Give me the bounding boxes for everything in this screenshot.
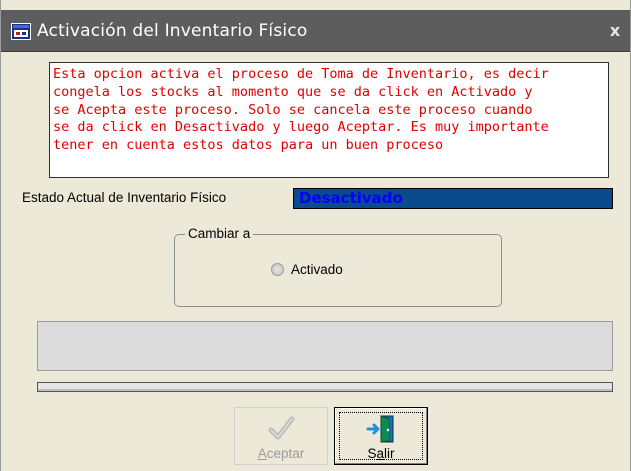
- aceptar-button[interactable]: Aceptar: [234, 407, 328, 465]
- info-line: Esta opcion activa el proceso de Toma de…: [53, 66, 549, 82]
- exit-door-icon: [366, 415, 394, 443]
- salir-button[interactable]: Salir: [334, 407, 428, 465]
- salir-accesskey: a: [376, 446, 385, 461]
- dialog-window: Activación del Inventario Físico x Esta …: [0, 0, 631, 471]
- info-line: congela los stocks al momento que se da …: [53, 83, 533, 100]
- info-message-box: Esta opcion activa el proceso de Toma de…: [49, 62, 609, 178]
- checkmark-icon: [268, 416, 295, 440]
- aceptar-accesskey: A: [257, 446, 267, 461]
- salir-label-start: S: [367, 446, 377, 461]
- aceptar-label: Aceptar: [235, 446, 327, 461]
- info-line: se Acepta este proceso. Solo se cancela …: [53, 101, 533, 118]
- salir-label-rest: lir: [384, 446, 395, 461]
- activado-radio-label[interactable]: Activado: [291, 262, 343, 277]
- close-button[interactable]: x: [604, 10, 626, 52]
- status-panel: [37, 321, 613, 371]
- estado-label: Estado Actual de Inventario Físico: [22, 190, 227, 205]
- progress-bar: [37, 382, 613, 392]
- app-window-icon: [11, 23, 31, 40]
- cambiar-a-legend: Cambiar a: [185, 226, 254, 241]
- info-line: tener en cuenta estos datos para un buen…: [53, 137, 444, 154]
- title-bar[interactable]: Activación del Inventario Físico x: [1, 10, 630, 52]
- window-title: Activación del Inventario Físico: [37, 21, 308, 41]
- salir-label: Salir: [335, 446, 427, 461]
- aceptar-label-rest: ceptar: [266, 446, 305, 461]
- info-line: se da click en Desactivado y luego Acept…: [53, 119, 549, 136]
- estado-value-field: Desactivado: [293, 188, 613, 209]
- radio-circle-icon[interactable]: [271, 263, 284, 276]
